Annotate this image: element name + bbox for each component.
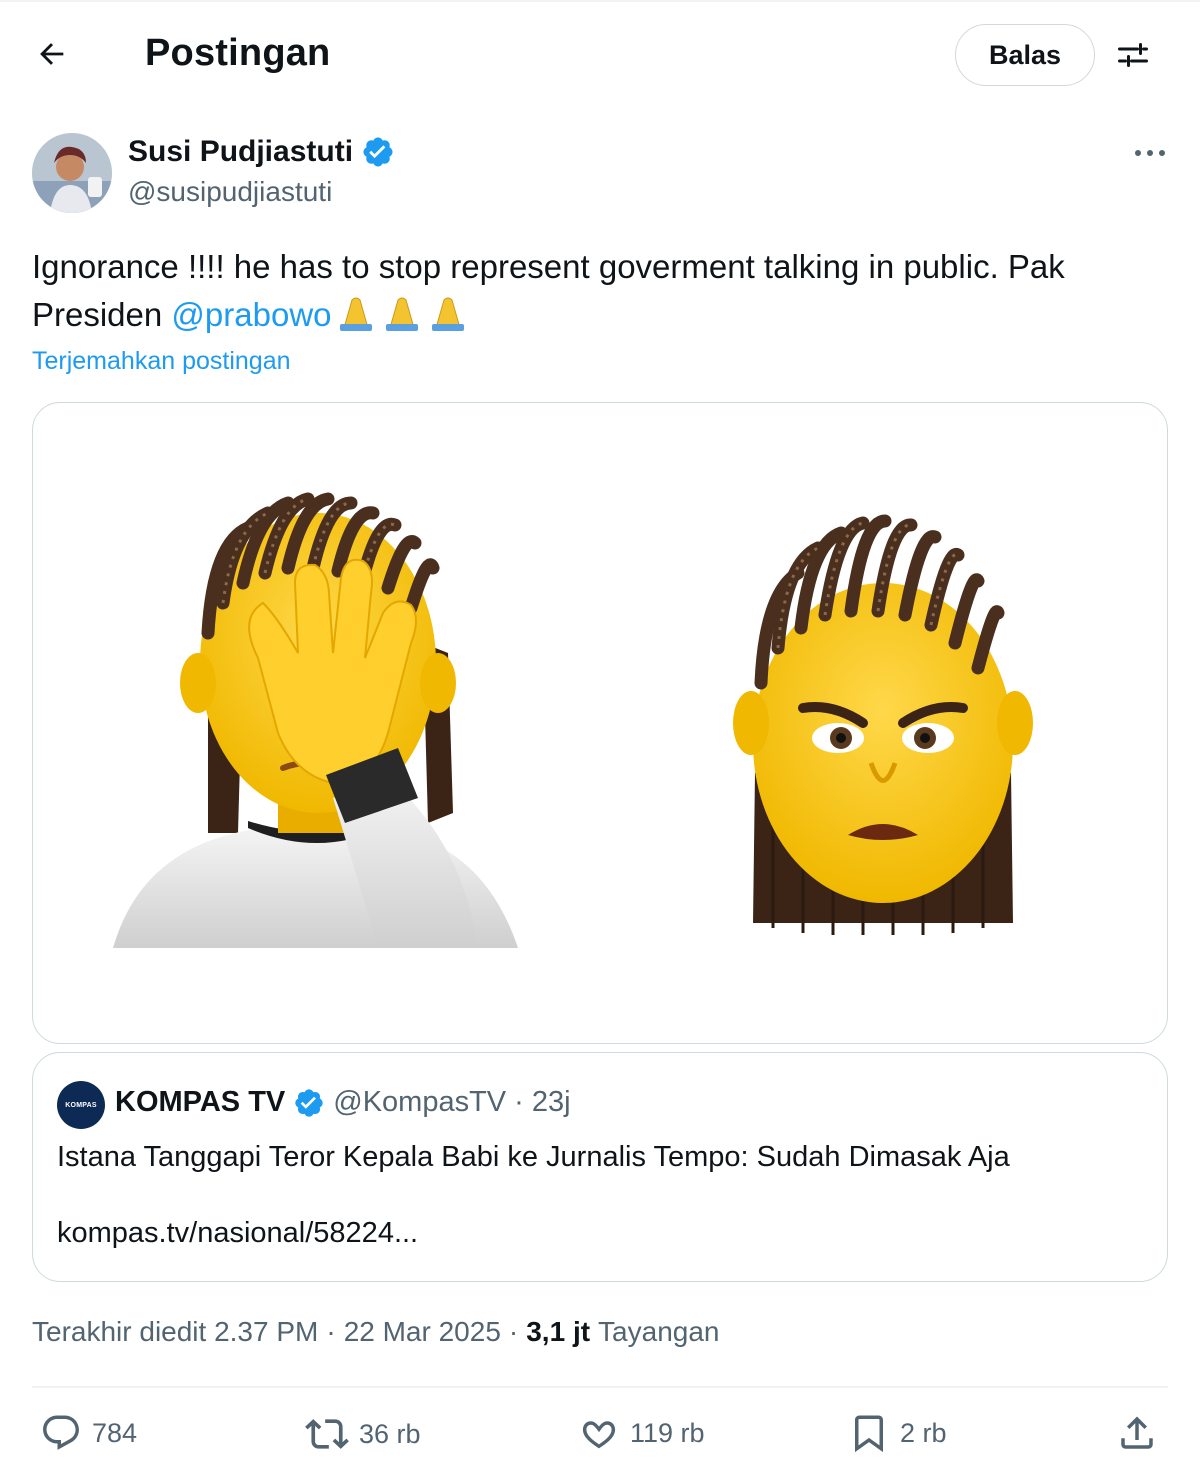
quote-verified-badge-icon [295,1088,323,1117]
quote-meta: KOMPAS TV @KompasTV · 23j [115,1086,571,1119]
translate-post-link[interactable]: Terjemahkan postingan [32,347,291,376]
views-label: Tayangan [598,1316,720,1347]
avatar-photo [32,133,112,213]
facepalm-memoji [113,492,518,948]
memoji-illustration [113,492,1033,948]
page-title: Postingan [145,32,331,74]
repost-count: 36 rb [359,1418,421,1449]
views-count: 3,1 jt [526,1316,591,1347]
author-name-row: Susi Pudjiastuti [128,135,395,169]
quote-link[interactable]: kompas.tv/nasional/58224... [57,1217,418,1250]
back-arrow-icon [40,43,64,65]
like-action[interactable]: 119 rb [578,1412,705,1454]
quote-separator: · [514,1086,524,1118]
more-dots-icon [1135,150,1165,156]
tweet-media-image[interactable] [32,402,1168,1044]
angry-memoji [733,514,1033,935]
sliders-icon [1118,43,1148,67]
quote-text: Istana Tanggapi Teror Kepala Babi ke Jur… [57,1141,1010,1173]
quote-author-handle: @KompasTV [333,1086,507,1118]
author-avatar[interactable] [32,133,112,213]
quote-time: 23j [531,1086,571,1118]
like-count: 119 rb [630,1417,705,1448]
back-button[interactable] [28,30,76,78]
quoted-tweet[interactable]: KOMPAS KOMPAS TV @KompasTV · 23j Istana … [32,1052,1168,1282]
verified-badge-icon [363,137,393,167]
reply-icon [43,1415,79,1450]
meta-separator: · [326,1316,336,1347]
action-bar: 784 36 rb 119 rb 2 rb [0,1404,1200,1468]
author-name[interactable]: Susi Pudjiastuti [128,135,353,169]
reply-button[interactable]: Balas [955,24,1095,86]
edited-time[interactable]: Terakhir diedit 2.37 PM [32,1316,318,1348]
author-handle[interactable]: @susipudjiastuti [128,176,332,208]
tweet-text: Ignorance !!!! he has to stop represent … [32,243,1172,345]
filter-settings-button[interactable] [1110,32,1156,78]
bookmark-count: 2 rb [900,1417,947,1448]
page-header: Postingan Balas [0,0,1200,110]
bookmark-action[interactable]: 2 rb [848,1412,947,1454]
more-options-button[interactable] [1125,136,1175,170]
share-icon [1121,1416,1153,1449]
post-date[interactable]: 22 Mar 2025 [344,1316,501,1348]
post-meta: Terakhir diedit 2.37 PM · 22 Mar 2025 · … [32,1316,719,1348]
bookmark-icon [855,1415,883,1453]
pray-emoji-icon [338,294,472,345]
repost-action[interactable]: 36 rb [305,1412,421,1456]
share-button[interactable] [1116,1412,1158,1459]
divider [32,1386,1168,1388]
mention-link[interactable]: @prabowo [171,296,331,333]
meta-separator: · [508,1316,519,1347]
reply-action[interactable]: 784 [40,1412,137,1454]
quote-author-name: KOMPAS TV [115,1086,286,1118]
repost-icon [305,1419,349,1449]
heart-icon [582,1421,616,1449]
reply-count: 784 [92,1417,138,1448]
quote-avatar: KOMPAS [57,1081,105,1129]
